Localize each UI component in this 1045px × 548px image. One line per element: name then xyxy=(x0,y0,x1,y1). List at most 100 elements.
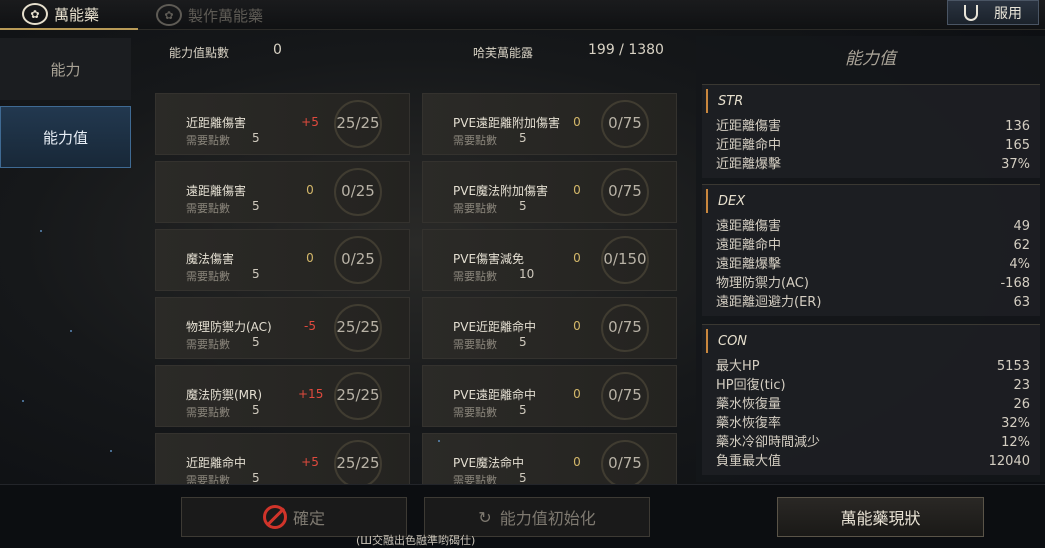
elixir-label: 哈芙萬能露 xyxy=(473,46,534,60)
cost-value: 5 xyxy=(252,471,260,485)
stat-card[interactable]: 魔法傷害 需要點數 5 0 0/25 xyxy=(155,229,410,291)
cost-label: 需要點數 xyxy=(453,270,497,283)
bonus-value: +5 xyxy=(301,115,319,129)
stat-row-value: 5153 xyxy=(996,359,1030,374)
bonus-value: 0 xyxy=(573,455,581,469)
stat-name: 近距離傷害 xyxy=(186,116,247,130)
stat-row-value: -168 xyxy=(1000,276,1030,291)
cost-value: 5 xyxy=(519,199,527,213)
stat-row-label: 近距離命中 xyxy=(716,138,782,153)
stat-row: HP回復(tic) 23 xyxy=(702,376,1040,395)
section-title: CON xyxy=(706,329,1040,353)
stat-card[interactable]: 物理防禦力(AC) 需要點數 5 -5 25/25 xyxy=(155,297,410,359)
stat-row-value: 23 xyxy=(1013,378,1030,393)
points-value: 0 xyxy=(273,42,282,58)
sidebar-item-label: 能力值 xyxy=(42,128,88,147)
stat-card[interactable]: PVE遠距離附加傷害 需要點數 5 0 0/75 xyxy=(422,93,677,155)
confirm-button[interactable]: 確定 xyxy=(181,497,407,537)
subtitle-text: (Ш交融出色融準哟碣仕) xyxy=(356,534,476,547)
use-button[interactable]: 服用 xyxy=(947,0,1039,25)
stat-row-label: 遠距離傷害 xyxy=(716,219,782,234)
sparkle xyxy=(40,230,42,232)
cost-value: 5 xyxy=(519,403,527,417)
stat-row-value: 26 xyxy=(1013,397,1030,412)
stat-card[interactable]: 近距離傷害需要點數 5 +5 25/25 xyxy=(155,93,410,155)
sparkle xyxy=(438,440,440,442)
cost-value: 5 xyxy=(519,131,527,145)
sidebar-item-ability[interactable]: 能力 xyxy=(0,38,131,100)
cost-value: 5 xyxy=(519,471,527,485)
tab-craft-elixir[interactable]: ✿ 製作萬能藥 xyxy=(156,0,263,30)
stats-panel: 能力值 STR 近距離傷害 136 近距離命中 165 近距離爆擊 37% DEX 遠距離傷害 4… xyxy=(696,36,1045,482)
cost-value: 10 xyxy=(519,267,535,281)
bonus-value: 0 xyxy=(573,319,581,333)
cost-label: 需要點數 xyxy=(453,202,497,215)
stat-row-label: 近距離爆擊 xyxy=(716,157,782,172)
level-value: 25/25 xyxy=(336,386,380,404)
section-title: STR xyxy=(706,89,1040,113)
level-value: 0/75 xyxy=(608,182,642,200)
elixir-status-button[interactable]: 萬能藥現狀 xyxy=(777,497,984,537)
stat-row-label: 物理防禦力(AC) xyxy=(716,276,809,291)
reset-stats-button[interactable]: ↻ 能力值初始化 xyxy=(424,497,650,537)
cost-value: 5 xyxy=(252,335,260,349)
stat-name: 近距離命中 xyxy=(186,456,247,470)
level-value: 0/150 xyxy=(603,250,647,268)
cost-label: 需要點數 xyxy=(186,134,230,147)
sidebar-item-stats[interactable]: 能力值 xyxy=(0,106,131,168)
potion-icon: ✿ xyxy=(22,3,48,25)
reset-icon: ↻ xyxy=(478,507,492,527)
bonus-value: -5 xyxy=(304,319,316,333)
points-label: 能力值點數 xyxy=(169,46,230,60)
stat-row: 近距離爆擊 37% xyxy=(702,155,1040,174)
stat-row-value: 37% xyxy=(1001,157,1030,172)
stat-row: 遠距離命中 62 xyxy=(702,236,1040,255)
tab-elixir[interactable]: ✿ 萬能藥 xyxy=(0,0,138,30)
cost-value: 5 xyxy=(252,131,260,145)
stat-card[interactable]: 遠距離傷害 需要點數 5 0 0/25 xyxy=(155,161,410,223)
stat-row-label: 負重最大值 xyxy=(716,454,782,469)
stats-section: CON 最大HP 5153 HP回復(tic) 23 藥水恢復量 26 藥水恢復率 32% 藥水冷… xyxy=(702,324,1040,475)
bonus-value: 0 xyxy=(573,115,581,129)
craft-potion-icon: ✿ xyxy=(156,4,182,26)
bonus-value: 0 xyxy=(306,183,314,197)
stat-row-label: 遠距離爆擊 xyxy=(716,257,782,272)
level-value: 0/75 xyxy=(608,454,642,472)
confirm-label: 確定 xyxy=(292,509,325,528)
stat-card[interactable]: PVE近距離命中 需要點數 5 0 0/75 xyxy=(422,297,677,359)
stat-row-value: 49 xyxy=(1013,219,1030,234)
cost-label: 需要點數 xyxy=(453,134,497,147)
reset-label: 能力值初始化 xyxy=(499,509,596,528)
use-button-label: 服用 xyxy=(994,5,1022,22)
sparkle xyxy=(22,400,24,402)
stat-name: PVE魔法命中 xyxy=(453,456,525,470)
bonus-value: 0 xyxy=(573,183,581,197)
stat-row: 遠距離爆擊 4% xyxy=(702,255,1040,274)
sidebar: 能力 能力值 xyxy=(0,38,131,174)
flask-icon xyxy=(964,4,978,21)
cost-label: 需要點數 xyxy=(186,270,230,283)
stat-name: 魔法防禦(MR) xyxy=(186,388,263,402)
stat-card[interactable]: PVE魔法附加傷害 需要點數 5 0 0/75 xyxy=(422,161,677,223)
cost-label: 需要點數 xyxy=(453,406,497,419)
cost-value: 5 xyxy=(252,267,260,281)
stat-card[interactable]: PVE傷害減免 需要點數 10 0 0/150 xyxy=(422,229,677,291)
stat-row: 近距離命中 165 xyxy=(702,136,1040,155)
stat-row-label: 藥水恢復量 xyxy=(716,397,782,412)
panel-title: 能力值 xyxy=(845,49,896,69)
stat-name: PVE遠距離命中 xyxy=(453,388,537,402)
section-title: DEX xyxy=(706,189,1040,213)
cost-label: 需要點數 xyxy=(186,338,230,351)
stat-row-value: 63 xyxy=(1013,295,1030,310)
stat-card[interactable]: PVE遠距離命中 需要點數 5 0 0/75 xyxy=(422,365,677,427)
stat-row-label: 最大HP xyxy=(716,359,760,374)
stat-row-value: 32% xyxy=(1001,416,1030,431)
stats-section: STR 近距離傷害 136 近距離命中 165 近距離爆擊 37% xyxy=(702,84,1040,178)
bonus-value: +5 xyxy=(301,455,319,469)
cost-value: 5 xyxy=(519,335,527,349)
level-value: 25/25 xyxy=(336,114,380,132)
elixir-value: 199 / 1380 xyxy=(588,42,664,58)
disabled-icon xyxy=(262,505,287,529)
stat-card[interactable]: 魔法防禦(MR) 需要點數 5 +15 25/25 xyxy=(155,365,410,427)
stat-row-value: 165 xyxy=(1005,138,1030,153)
